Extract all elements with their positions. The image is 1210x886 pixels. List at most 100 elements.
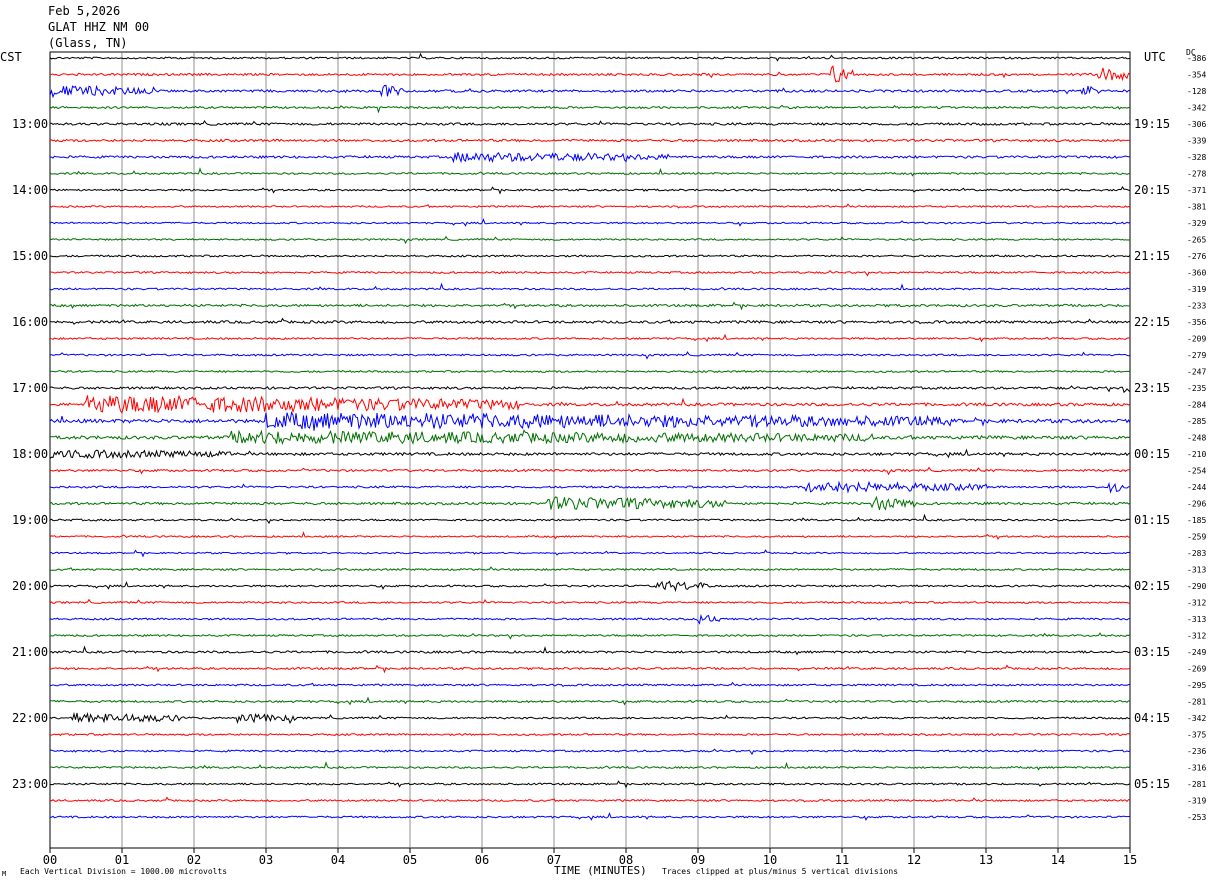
dc-offset-label: -342: [1187, 104, 1206, 113]
trace-row-38: [49, 681, 1131, 688]
trace-row-9: [49, 203, 1131, 209]
trace-row-32: [49, 580, 1131, 593]
left-hour-label: 16:00: [12, 315, 48, 329]
dc-offset-label: -342: [1187, 714, 1206, 723]
trace-row-16: [49, 317, 1131, 325]
right-hour-label: 02:15: [1134, 579, 1170, 593]
x-tick-label: 09: [691, 853, 705, 867]
trace-row-0: [49, 52, 1131, 62]
right-hour-label: 21:15: [1134, 249, 1170, 263]
dc-offset-label: -185: [1187, 516, 1206, 525]
dc-offset-label: -233: [1187, 302, 1206, 311]
right-hour-label: 03:15: [1134, 645, 1170, 659]
corner-mark: M: [2, 870, 7, 878]
dc-offset-label: -236: [1187, 747, 1206, 756]
dc-offset-label: -371: [1187, 186, 1206, 195]
trace-row-44: [49, 780, 1131, 789]
dc-offset-label: -375: [1187, 731, 1206, 740]
x-tick-label: 04: [331, 853, 345, 867]
trace-row-12: [50, 254, 1131, 258]
right-hour-label: 19:15: [1134, 117, 1170, 131]
dc-offset-label: -247: [1187, 368, 1206, 377]
dc-offset-label: -284: [1187, 401, 1206, 410]
trace-row-41: [49, 732, 1131, 737]
dc-offset-label: -313: [1187, 615, 1206, 624]
dc-offset-label: -128: [1187, 87, 1206, 96]
dc-offset-label: -265: [1187, 236, 1206, 245]
dc-offset-label: -283: [1187, 549, 1206, 558]
dc-offset-label: -276: [1187, 252, 1206, 261]
trace-row-23: [49, 429, 1131, 446]
dc-offset-label: -235: [1187, 384, 1206, 393]
dc-offset-label: -259: [1187, 533, 1206, 542]
left-hour-label: 17:00: [12, 381, 48, 395]
trace-row-8: [49, 186, 1131, 195]
dc-offset-label: -319: [1187, 285, 1206, 294]
right-hour-label: 05:15: [1134, 777, 1170, 791]
x-tick-label: 11: [835, 853, 849, 867]
trace-row-2: [49, 84, 1131, 99]
trace-row-1: [49, 65, 1131, 83]
left-hour-label: 19:00: [12, 513, 48, 527]
right-hour-label: 00:15: [1134, 447, 1170, 461]
dc-offset-label: -248: [1187, 434, 1206, 443]
trace-row-30: [49, 549, 1131, 558]
trace-row-14: [49, 282, 1131, 291]
trace-row-36: [49, 645, 1131, 656]
dc-offset-label: -249: [1187, 648, 1206, 657]
trace-row-45: [49, 796, 1131, 803]
right-hour-label: 22:15: [1134, 315, 1170, 329]
trace-row-26: [49, 480, 1131, 494]
trace-row-33: [49, 598, 1131, 605]
x-axis-title: TIME (MINUTES): [554, 864, 647, 877]
dc-offset-label: -316: [1187, 764, 1206, 773]
left-hour-label: 21:00: [12, 645, 48, 659]
seismogram-plot: -386 -354 -128 -342 -306 -339 -328 -278 -371 -381…: [12, 51, 1206, 867]
trace-row-46: [50, 812, 1131, 821]
dc-offset-label: -253: [1187, 813, 1206, 822]
trace-row-35: [49, 632, 1131, 640]
dc-offset-label: -386: [1187, 54, 1206, 63]
trace-row-42: [49, 748, 1131, 756]
plot-frame: [49, 51, 1131, 849]
dc-offset-label: -244: [1187, 483, 1206, 492]
dc-offset-label: -312: [1187, 632, 1206, 641]
dc-offset-label: -278: [1187, 170, 1206, 179]
x-tick-label: 13: [979, 853, 993, 867]
trace-row-31: [49, 566, 1130, 572]
dc-offset-label: -329: [1187, 219, 1206, 228]
x-tick-label: 03: [259, 853, 273, 867]
x-tick-label: 05: [403, 853, 417, 867]
dc-offset-label: -313: [1187, 566, 1206, 575]
trace-row-34: [49, 613, 1131, 625]
dc-offset-label: -210: [1187, 450, 1206, 459]
left-hour-label: 15:00: [12, 249, 48, 263]
x-tick-label: 15: [1123, 853, 1137, 867]
dc-offset-label: -360: [1187, 269, 1206, 278]
trace-row-19: [49, 369, 1131, 374]
trace-row-22: [49, 411, 1131, 431]
dc-offset-label: -356: [1187, 318, 1206, 327]
x-tick-label: 00: [43, 853, 57, 867]
right-hour-label: 20:15: [1134, 183, 1170, 197]
left-hour-label: 14:00: [12, 183, 48, 197]
dc-offset-label: -295: [1187, 681, 1206, 690]
dc-offset-label: -281: [1187, 698, 1206, 707]
scale-note: Each Vertical Division = 1000.00 microvo…: [20, 867, 228, 876]
trace-row-6: [49, 152, 1131, 164]
dc-offset-label: -339: [1187, 137, 1206, 146]
left-hour-label: 20:00: [12, 579, 48, 593]
trace-row-25: [49, 466, 1130, 476]
x-tick-label: 12: [907, 853, 921, 867]
trace-row-11: [49, 235, 1131, 244]
left-hour-label: 23:00: [12, 777, 48, 791]
dc-offset-label: -285: [1187, 417, 1206, 426]
trace-row-15: [49, 301, 1131, 311]
trace-row-29: [49, 531, 1130, 541]
dc-offset-label: -381: [1187, 203, 1206, 212]
dc-offset-label: -269: [1187, 665, 1206, 674]
x-tick-label: 01: [115, 853, 129, 867]
trace-row-39: [49, 696, 1131, 706]
clip-note: Traces clipped at plus/minus 5 vertical …: [662, 867, 899, 876]
trace-row-18: [49, 351, 1131, 360]
